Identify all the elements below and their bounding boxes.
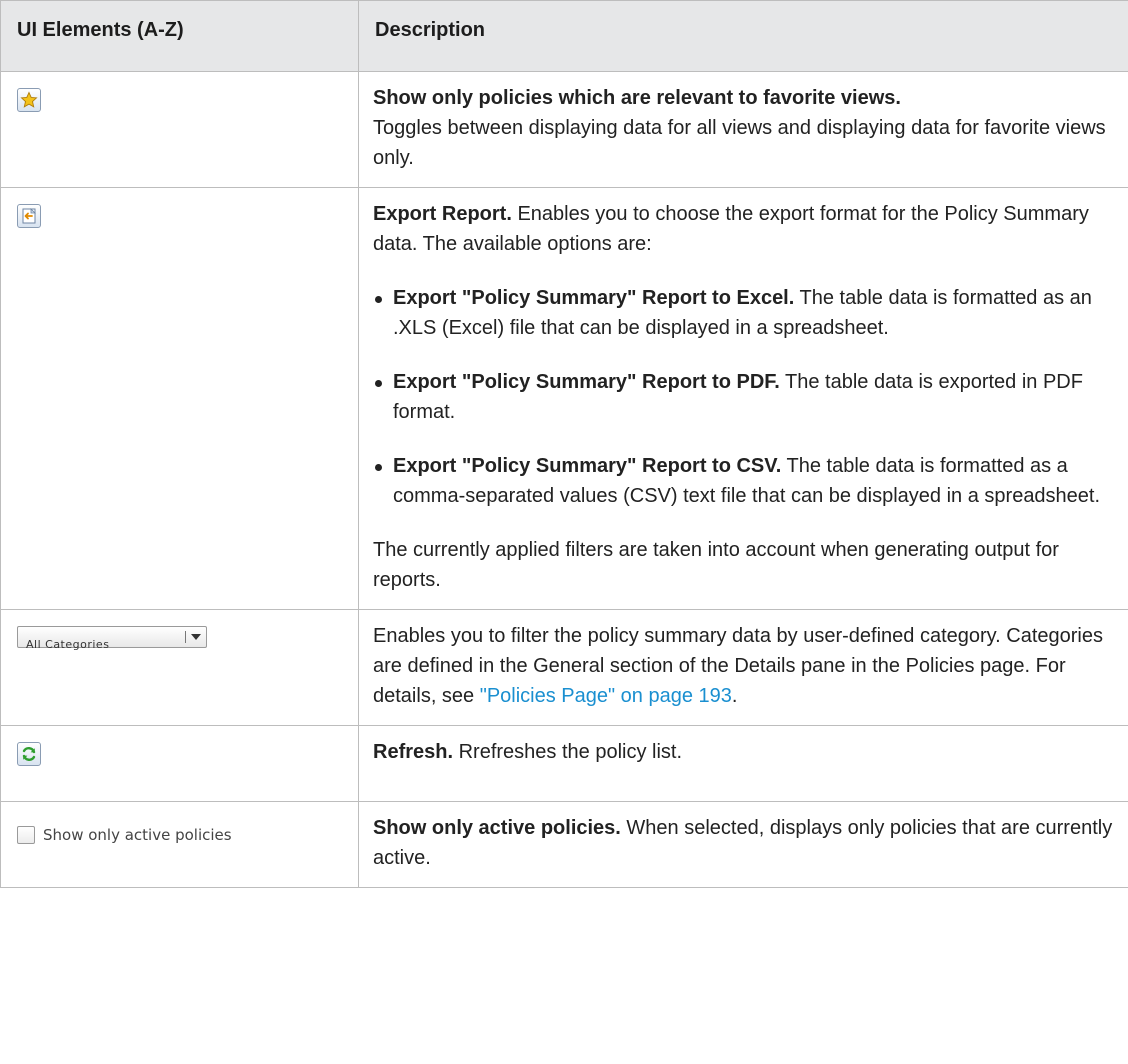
description-title: Refresh. [373,741,454,763]
ui-element-cell [0,71,359,188]
table-header-row: UI Elements (A-Z) Description [0,0,1128,72]
table-row: Refresh. Rrefreshes the policy list. [0,725,1128,802]
description-title: Export Report. [373,203,512,225]
description-cell: Export Report. Enables you to choose the… [358,187,1128,610]
description-cell: Refresh. Rrefreshes the policy list. [358,725,1128,802]
description-cell: Show only active policies. When selected… [358,801,1128,888]
description-title: Show only policies which are relevant to… [373,87,901,109]
ui-element-cell: Show only active policies [0,801,359,888]
export-options-list: Export "Policy Summary" Report to Excel.… [373,283,1114,511]
export-csv-title: Export "Policy Summary" Report to CSV. [393,455,782,477]
category-dropdown-value: All Categories [26,638,110,651]
export-note: The currently applied filters are taken … [373,539,1059,591]
description-text-end: . [731,685,738,707]
dropdown-separator [185,631,186,643]
description-cell: Enables you to filter the policy summary… [358,609,1128,726]
description-cell: Show only policies which are relevant to… [358,71,1128,188]
description-text: Toggles between displaying data for all … [373,117,1106,169]
table-row: All Categories Enables you to filter the… [0,609,1128,726]
table-row: Export Report. Enables you to choose the… [0,187,1128,610]
checkbox-label: Show only active policies [43,826,232,844]
refresh-icon[interactable] [17,742,41,766]
description-title: Show only active policies. [373,817,621,839]
ui-element-cell: All Categories [0,609,359,726]
chevron-down-icon[interactable] [191,634,201,640]
checkbox-box[interactable] [17,826,35,844]
list-item: Export "Policy Summary" Report to PDF. T… [373,367,1114,427]
show-active-policies-checkbox[interactable]: Show only active policies [17,820,232,850]
export-icon[interactable] [17,204,41,228]
column-header-description: Description [358,0,1128,72]
export-excel-title: Export "Policy Summary" Report to Excel. [393,287,795,309]
category-dropdown[interactable]: All Categories [17,626,207,651]
list-item: Export "Policy Summary" Report to Excel.… [373,283,1114,343]
ui-element-cell [0,187,359,610]
ui-element-cell [0,725,359,802]
table-row: Show only active policies Show only acti… [0,801,1128,888]
list-item: Export "Policy Summary" Report to CSV. T… [373,451,1114,511]
ui-elements-table: UI Elements (A-Z) Description Show only … [0,0,1128,888]
description-text: Rrefreshes the policy list. [458,741,683,763]
policies-page-link[interactable]: "Policies Page" on page 193 [480,685,732,707]
star-icon[interactable] [17,88,41,112]
export-pdf-title: Export "Policy Summary" Report to PDF. [393,371,780,393]
column-header-ui-elements: UI Elements (A-Z) [0,0,359,72]
table-row: Show only policies which are relevant to… [0,71,1128,188]
